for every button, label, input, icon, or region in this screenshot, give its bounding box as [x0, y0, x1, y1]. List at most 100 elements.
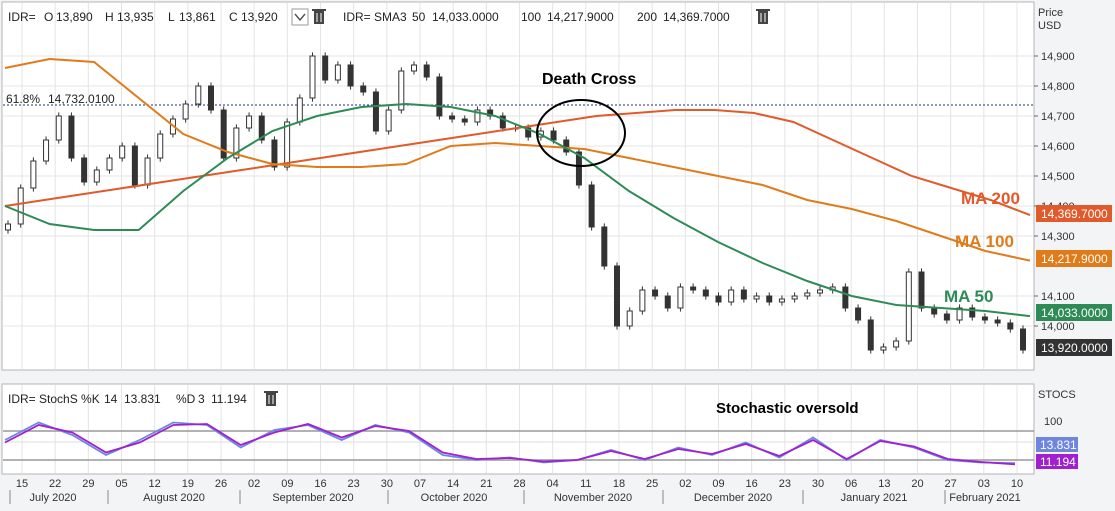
candle-body — [994, 319, 1001, 324]
candle-body — [119, 145, 126, 159]
candle-body — [334, 64, 341, 81]
x-tick-day: 30 — [381, 478, 393, 490]
price-tick-label: 14,100 — [1041, 291, 1075, 303]
x-tick-day: 11 — [580, 478, 591, 490]
candle-body — [817, 289, 823, 294]
chevron-down-icon[interactable] — [291, 8, 309, 26]
candle-body — [766, 295, 773, 303]
x-tick-month: August 2020 — [143, 492, 205, 504]
x-tick-day: 02 — [248, 478, 260, 490]
ohlc-o-label: O — [44, 10, 53, 24]
trash-icon[interactable] — [264, 391, 278, 406]
ohlc-symbol: IDR= — [8, 10, 36, 24]
trash-icon[interactable] — [756, 9, 770, 24]
badge-ma50: 14,033.0000 — [1036, 304, 1112, 321]
candle-body — [931, 307, 938, 315]
x-tick-month: November 2020 — [554, 492, 632, 504]
ma50-label: MA 50 — [944, 287, 993, 306]
sma-label: IDR= SMA3 — [343, 10, 407, 24]
candle-body — [411, 64, 417, 72]
candle-body — [855, 307, 862, 321]
x-tick-day: 19 — [182, 478, 194, 490]
x-axis-months: July 2020 August 2020 September 2020 Octobe… — [9, 490, 1021, 504]
x-tick-day: 10 — [1011, 478, 1023, 490]
stoch-oversold-label: Stochastic oversold — [716, 400, 859, 417]
price-tick-label: 14,600 — [1041, 141, 1075, 153]
candle-body — [677, 286, 684, 309]
candle-body — [106, 157, 113, 171]
x-tick-day: 13 — [878, 478, 890, 490]
x-tick-day: 03 — [978, 478, 990, 490]
stoch-axis-title: STOCS — [1038, 389, 1076, 401]
candle-body — [372, 91, 379, 132]
sma-v100: 14,217.9000 — [547, 10, 614, 24]
candle-body — [81, 157, 88, 183]
x-tick-day: 14 — [447, 478, 459, 490]
candle-body — [347, 64, 354, 87]
candle-body — [778, 298, 785, 303]
candle-body — [55, 115, 62, 141]
fib-618-label: 61.8% — [6, 92, 40, 106]
candle-body — [461, 118, 468, 123]
stoch-k-value: 13.831 — [124, 392, 161, 406]
candle-body — [30, 160, 37, 189]
stoch-d-period: 3 — [198, 392, 205, 406]
x-tick-day: 16 — [746, 478, 758, 490]
x-tick-day: 26 — [215, 478, 227, 490]
sma-p100: 100 — [521, 10, 541, 24]
candle-body — [284, 121, 291, 168]
price-axis-unit: USD — [1038, 20, 1061, 32]
x-axis-days: 15 22 29 05 12 19 26 02 09 16 23 30 07 14 21 28 04 11 18 25… — [16, 478, 1023, 490]
candle-body — [626, 310, 633, 327]
x-tick-day: 06 — [845, 478, 857, 490]
x-tick-day: 09 — [281, 478, 293, 490]
candle-body — [715, 295, 722, 303]
candle-body — [588, 184, 595, 228]
stoch-d-value: 11.194 — [211, 392, 247, 406]
x-tick-day: 27 — [945, 478, 957, 490]
stoch-k-period: 14 — [104, 392, 118, 406]
stoch-header-label: IDR= StochS %K — [8, 392, 100, 406]
x-tick-day: 20 — [911, 478, 923, 490]
candle-body — [271, 139, 278, 168]
x-tick-month: December 2020 — [694, 492, 772, 504]
svg-text:11.194: 11.194 — [1040, 455, 1076, 469]
candle-body — [208, 85, 214, 111]
candle-body — [322, 55, 329, 81]
candle-body — [918, 271, 925, 309]
candle-body — [93, 169, 100, 183]
candle-body — [601, 226, 608, 267]
badge-close: 13,920.0000 — [1036, 339, 1112, 356]
x-tick-day: 29 — [82, 478, 94, 490]
x-tick-month: September 2020 — [272, 492, 353, 504]
candle-body — [893, 340, 900, 348]
x-tick-day: 22 — [49, 478, 61, 490]
ohlc-l-value: 13,861 — [179, 10, 216, 24]
ohlc-l-label: L — [168, 10, 175, 24]
svg-text:14,369.7000: 14,369.7000 — [1041, 207, 1108, 221]
price-tick-label: 14,500 — [1041, 171, 1075, 183]
candle-body — [5, 223, 11, 231]
candle-body — [943, 313, 950, 321]
x-tick-day: 18 — [613, 478, 625, 490]
x-tick-day: 12 — [149, 478, 161, 490]
x-tick-day: 21 — [480, 478, 492, 490]
x-tick-day: 04 — [547, 478, 559, 490]
candle-body — [385, 109, 392, 132]
price-tick-label: 14,800 — [1041, 81, 1075, 93]
badge-stoch-k: 13.831 — [1036, 437, 1078, 452]
x-tick-month: October 2020 — [421, 492, 488, 504]
x-tick-month: February 2021 — [949, 492, 1021, 504]
x-tick-day: 07 — [414, 478, 426, 490]
death-cross-label: Death Cross — [542, 71, 636, 88]
candle-body — [753, 295, 760, 300]
sma-v50: 14,033.0000 — [432, 10, 499, 24]
sma-v200: 14,369.7000 — [663, 10, 730, 24]
price-tick-label: 14,900 — [1041, 51, 1075, 63]
candle-body — [246, 115, 253, 129]
x-tick-day: 23 — [348, 478, 360, 490]
candle-body — [436, 76, 443, 117]
x-tick-month: July 2020 — [29, 492, 76, 504]
trash-icon[interactable] — [312, 9, 326, 24]
x-tick-day: 16 — [314, 478, 326, 490]
